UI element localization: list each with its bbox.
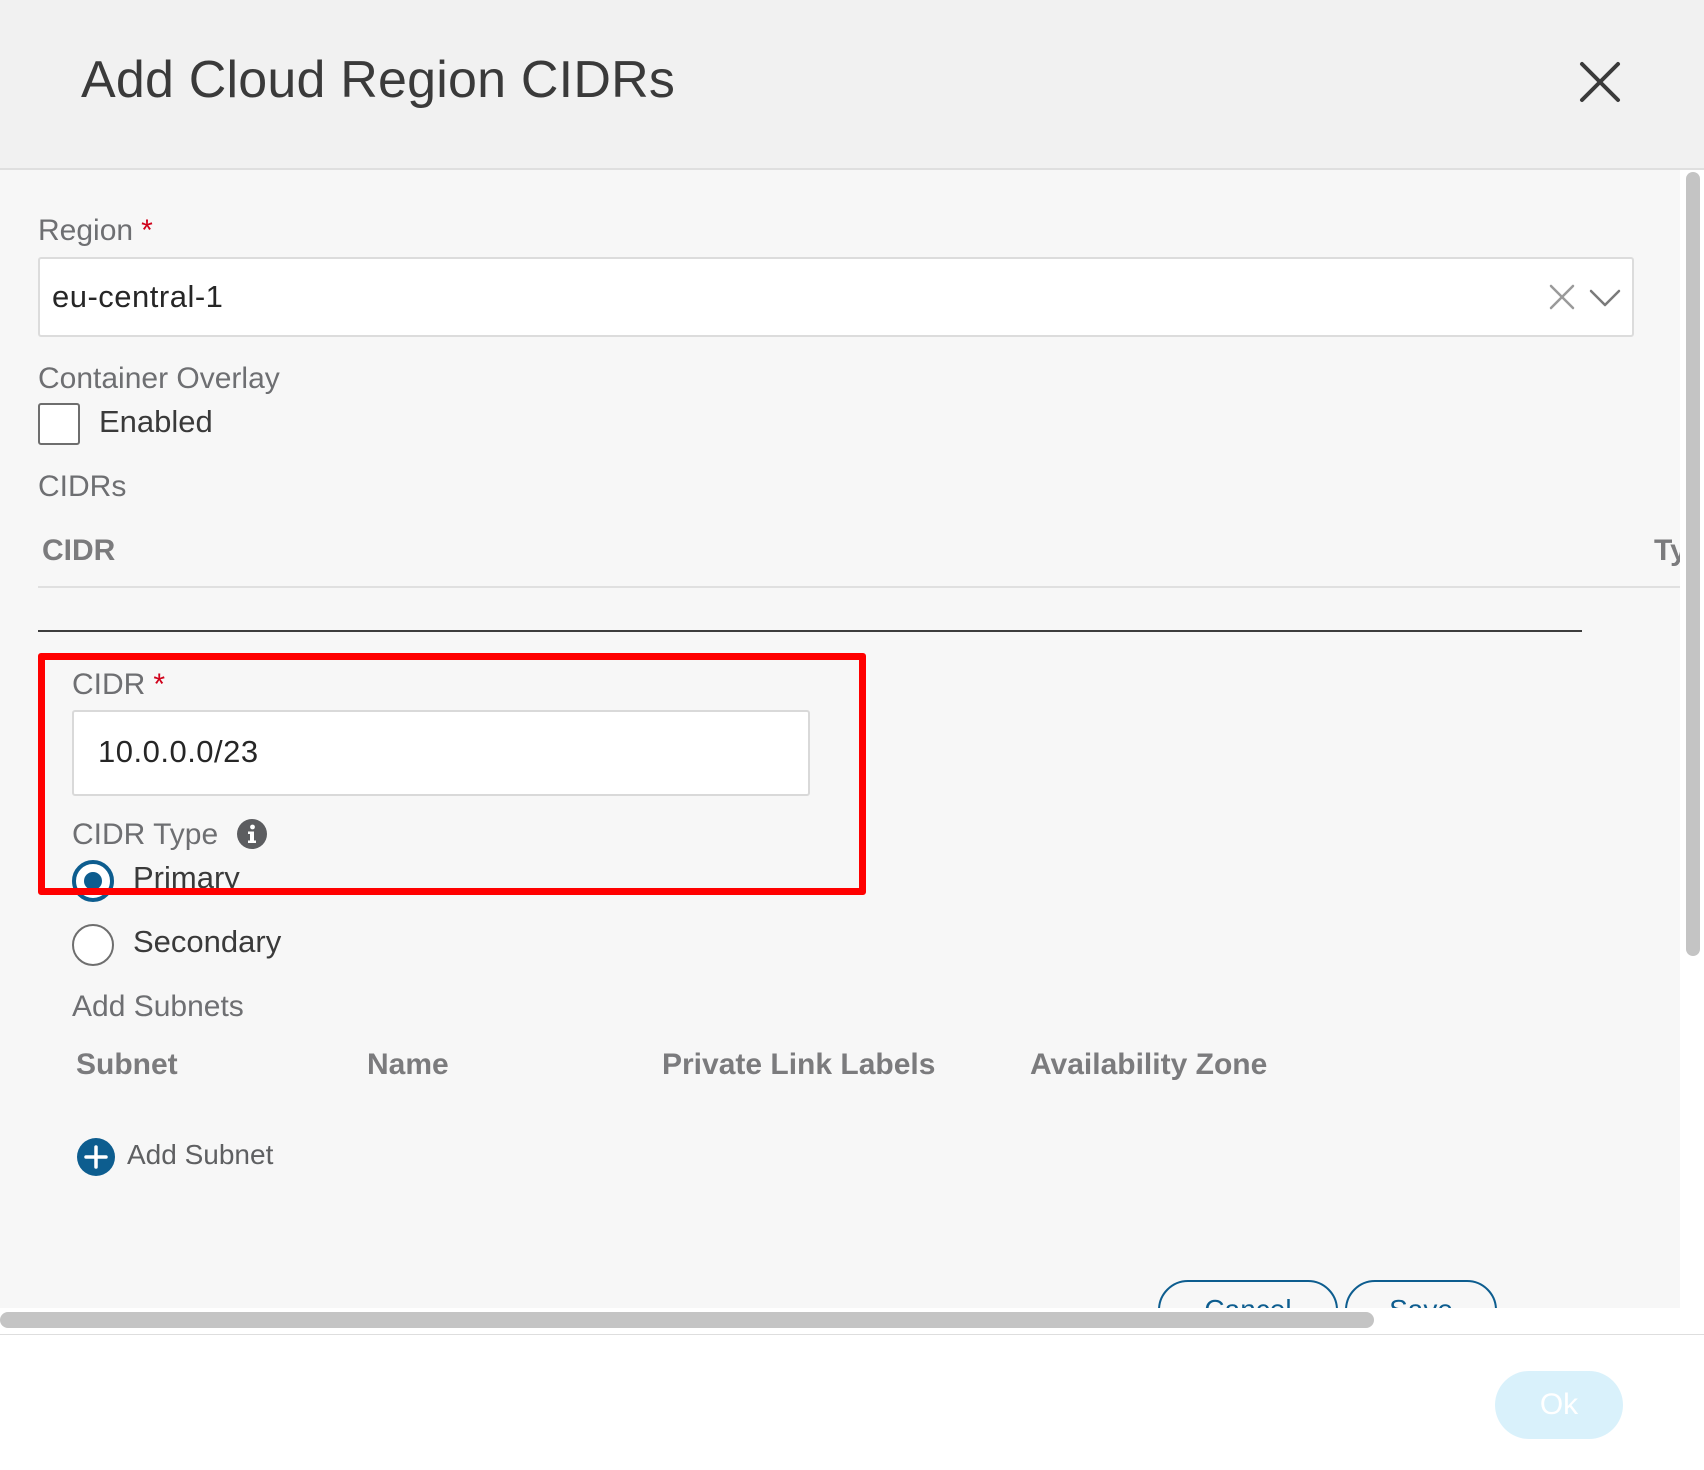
- chevron-down-icon[interactable]: [1587, 281, 1623, 315]
- footer-divider: [0, 1334, 1704, 1335]
- add-subnet-label: Add Subnet: [127, 1139, 274, 1170]
- table-row-divider: [38, 630, 1582, 632]
- plus-circle-icon: [77, 1138, 115, 1176]
- container-overlay-label: Container Overlay: [38, 362, 280, 395]
- close-icon: [1580, 62, 1620, 102]
- cidrs-label: CIDRs: [38, 470, 127, 503]
- dialog-footer: [0, 1336, 1704, 1470]
- cidr-label: CIDR *: [72, 668, 166, 701]
- private-link-labels-column-header: Private Link Labels: [662, 1048, 936, 1081]
- region-value: eu-central-1: [52, 279, 224, 314]
- cidr-column-header: CIDR: [42, 534, 116, 567]
- region-label: Region *: [38, 214, 153, 247]
- close-button[interactable]: [1578, 60, 1622, 104]
- table-header-divider: [38, 586, 1680, 588]
- subnet-column-header: Subnet: [76, 1048, 178, 1081]
- info-icon[interactable]: [237, 819, 267, 849]
- horizontal-scrollbar[interactable]: [0, 1312, 1374, 1328]
- vertical-scrollbar[interactable]: [1686, 172, 1700, 956]
- enabled-checkbox-label: Enabled: [99, 404, 213, 439]
- cidr-input[interactable]: 10.0.0.0/23: [72, 710, 810, 796]
- cancel-button[interactable]: Cancel: [1158, 1280, 1338, 1308]
- primary-radio-label: Primary: [133, 860, 240, 895]
- dialog-title: Add Cloud Region CIDRs: [81, 51, 676, 109]
- secondary-radio-label: Secondary: [133, 924, 282, 959]
- primary-radio[interactable]: [72, 860, 114, 902]
- add-subnets-label: Add Subnets: [72, 990, 244, 1023]
- dialog-header: Add Cloud Region CIDRs: [0, 0, 1704, 170]
- save-button[interactable]: Save: [1345, 1280, 1497, 1308]
- ok-button[interactable]: Ok: [1495, 1371, 1623, 1439]
- dialog-body: Region * eu-central-1 Container Overlay E…: [0, 170, 1680, 1308]
- clear-icon[interactable]: [1546, 281, 1578, 313]
- enabled-checkbox[interactable]: [38, 403, 80, 445]
- region-select[interactable]: eu-central-1: [38, 257, 1634, 337]
- name-column-header: Name: [367, 1048, 449, 1081]
- secondary-radio[interactable]: [72, 924, 114, 966]
- cidr-type-label: CIDR Type: [72, 818, 219, 851]
- availability-zone-column-header: Availability Zone: [1030, 1048, 1268, 1081]
- type-column-header: Ty: [1654, 534, 1680, 567]
